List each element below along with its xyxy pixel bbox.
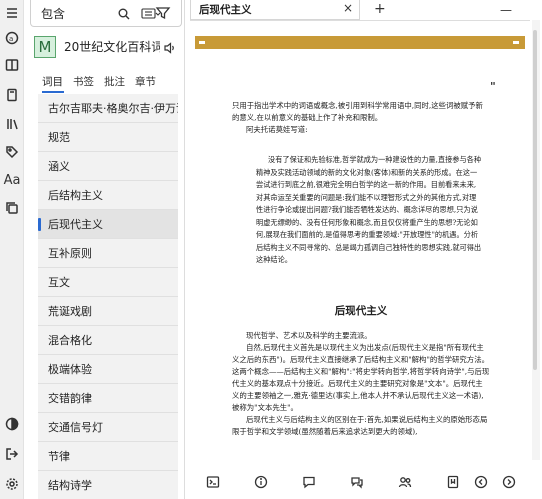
search-icon[interactable] (117, 6, 131, 20)
list-item[interactable]: 节律 (38, 442, 178, 471)
body-paragraph-1: 现代哲学、艺术以及科学的主要流派。 (246, 330, 372, 340)
prev-icon[interactable] (474, 474, 490, 490)
speaker-icon[interactable] (163, 40, 177, 54)
chat-icon[interactable] (350, 474, 366, 490)
list-item[interactable]: 后结构主义 (38, 181, 178, 210)
list-item[interactable]: 古尔吉耶夫·格奥尔吉·伊万诺维奇 (38, 94, 178, 123)
intro-paragraph: 只用于指出学术中的词语或概念,被引用到科学常用语中,同时,这些词被赋予新的意义,… (232, 101, 483, 122)
minimize-button[interactable]: — (500, 3, 512, 17)
library-icon[interactable] (4, 116, 20, 132)
band-mark-right (513, 41, 519, 44)
next-icon[interactable] (502, 474, 518, 490)
svg-text:a: a (9, 35, 13, 43)
menu-icon[interactable] (4, 5, 20, 21)
settings-icon[interactable] (4, 476, 20, 492)
active-tab-indicator (42, 91, 64, 93)
section-heading: 后现代主义 (334, 304, 388, 317)
tab-annotations[interactable]: 批注 (104, 74, 125, 90)
sidebar-tabs: 词目 书签 批注 章节 (42, 74, 156, 90)
dictionary-name[interactable]: 20世纪文化百科词典 (64, 38, 160, 55)
tab-entry[interactable]: 后现代主义 × (190, 0, 360, 20)
tag-icon[interactable] (4, 144, 20, 160)
tab-chapters[interactable]: 章节 (135, 74, 156, 90)
list-item[interactable]: 极端体验 (38, 355, 178, 384)
terminal-icon[interactable] (206, 474, 222, 490)
theme-icon[interactable] (4, 416, 20, 432)
search-input[interactable]: 包含 (41, 5, 65, 22)
band-mark-left (199, 41, 205, 44)
list-item[interactable]: 互文 (38, 268, 178, 297)
text-size-icon[interactable]: Aa (3, 172, 21, 188)
list-item[interactable]: 混合格化 (38, 326, 178, 355)
pane-divider[interactable] (184, 0, 185, 499)
list-item[interactable]: 结构诗学 (38, 471, 178, 499)
list-item[interactable]: 规范 (38, 123, 178, 152)
page-header-band (195, 36, 525, 49)
body-paragraph-2: 自然,后现代主义首先是以现代主义为出发点(后现代主义是指"所有现代主义之后的东西… (232, 342, 490, 412)
search-lookup-icon[interactable]: a (4, 30, 20, 46)
list-item[interactable]: 交错韵律 (38, 384, 178, 413)
dictionary-logo[interactable]: M (34, 36, 56, 58)
book-icon[interactable] (4, 57, 20, 73)
list-item[interactable]: 涵义 (38, 152, 178, 181)
text-size-label: Aa (3, 172, 21, 188)
tab-entries[interactable]: 词目 (42, 74, 63, 90)
bookmark-icon[interactable] (446, 474, 462, 490)
filter-icon[interactable] (152, 2, 174, 24)
notebook-icon[interactable] (4, 87, 20, 103)
list-item[interactable]: 交通信号灯 (38, 413, 178, 442)
left-icon-rail: a Aa (0, 0, 24, 499)
scrollbar[interactable] (532, 20, 540, 460)
body-paragraph-3: 后现代主义与后结构主义的区别在于:首先,如果说后结构主义的原始形态局限于哲学和文… (232, 414, 488, 436)
tab-bar-divider (190, 20, 530, 21)
exit-icon[interactable] (4, 446, 20, 462)
comment-icon[interactable] (302, 474, 318, 490)
scrollbar-thumb[interactable] (533, 30, 537, 370)
word-list: 古尔吉耶夫·格奥尔吉·伊万诺维奇 规范 涵义 后结构主义 后现代主义 互补原则 … (38, 94, 178, 499)
close-icon[interactable]: × (343, 1, 353, 15)
list-item[interactable]: 互补原则 (38, 239, 178, 268)
list-item-selected[interactable]: 后现代主义 (38, 210, 178, 239)
reader-toolbar (190, 468, 530, 499)
tab-bookmarks[interactable]: 书签 (73, 74, 94, 90)
pause-icon[interactable]: " (490, 80, 496, 93)
copy-icon[interactable] (4, 200, 20, 216)
new-tab-button[interactable]: + (374, 1, 386, 17)
info-icon[interactable] (254, 474, 270, 490)
intro-quote-lead: 阿夫托诺莫娃写道: (246, 125, 308, 134)
page-content: 只用于指出学术中的词语或概念,被引用到科学常用语中,同时,这些词被赋予新的意义,… (232, 100, 490, 438)
tab-title: 后现代主义 (199, 4, 252, 16)
list-item[interactable]: 荒诞戏剧 (38, 297, 178, 326)
users-icon[interactable] (398, 474, 414, 490)
block-quote: 没有了保证和先验标准,哲学就成为一种建设性的力量,直接参与各种精神及实践活动领域… (256, 155, 482, 264)
